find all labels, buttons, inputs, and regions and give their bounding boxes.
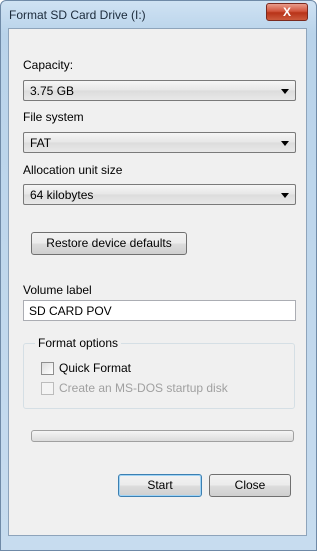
volume-label-value: SD CARD POV [29, 304, 112, 318]
volume-label-label: Volume label [23, 283, 92, 297]
file-system-label: File system [23, 110, 84, 124]
file-system-select[interactable]: FAT [23, 132, 296, 153]
capacity-label: Capacity: [23, 58, 74, 72]
chevron-down-icon [281, 141, 289, 146]
close-button[interactable]: Close [209, 474, 291, 497]
ms-dos-startup-label: Create an MS-DOS startup disk [59, 381, 228, 395]
window-close-button[interactable]: X [266, 3, 308, 21]
volume-label-input[interactable]: SD CARD POV [23, 300, 296, 321]
format-options-title: Format options [35, 336, 122, 350]
window-title: Format SD Card Drive (I:) [9, 8, 146, 22]
chevron-down-icon [281, 89, 289, 94]
allocation-unit-select[interactable]: 64 kilobytes [23, 184, 296, 205]
restore-defaults-button[interactable]: Restore device defaults [31, 232, 187, 255]
allocation-unit-label: Allocation unit size [23, 163, 123, 177]
close-icon: X [282, 5, 291, 19]
capacity-value: 3.75 GB [30, 84, 75, 98]
quick-format-checkbox[interactable] [41, 362, 54, 375]
title-bar[interactable]: Format SD Card Drive (I:) X [1, 1, 316, 29]
format-progress-bar [31, 430, 294, 442]
dialog-content [8, 28, 307, 536]
chevron-down-icon [281, 193, 289, 198]
start-button[interactable]: Start [118, 474, 202, 497]
format-options-group [23, 343, 295, 409]
quick-format-label[interactable]: Quick Format [59, 361, 131, 375]
ms-dos-startup-checkbox[interactable] [41, 382, 54, 395]
allocation-unit-value: 64 kilobytes [30, 188, 94, 202]
file-system-value: FAT [30, 136, 52, 150]
capacity-select[interactable]: 3.75 GB [23, 80, 296, 101]
